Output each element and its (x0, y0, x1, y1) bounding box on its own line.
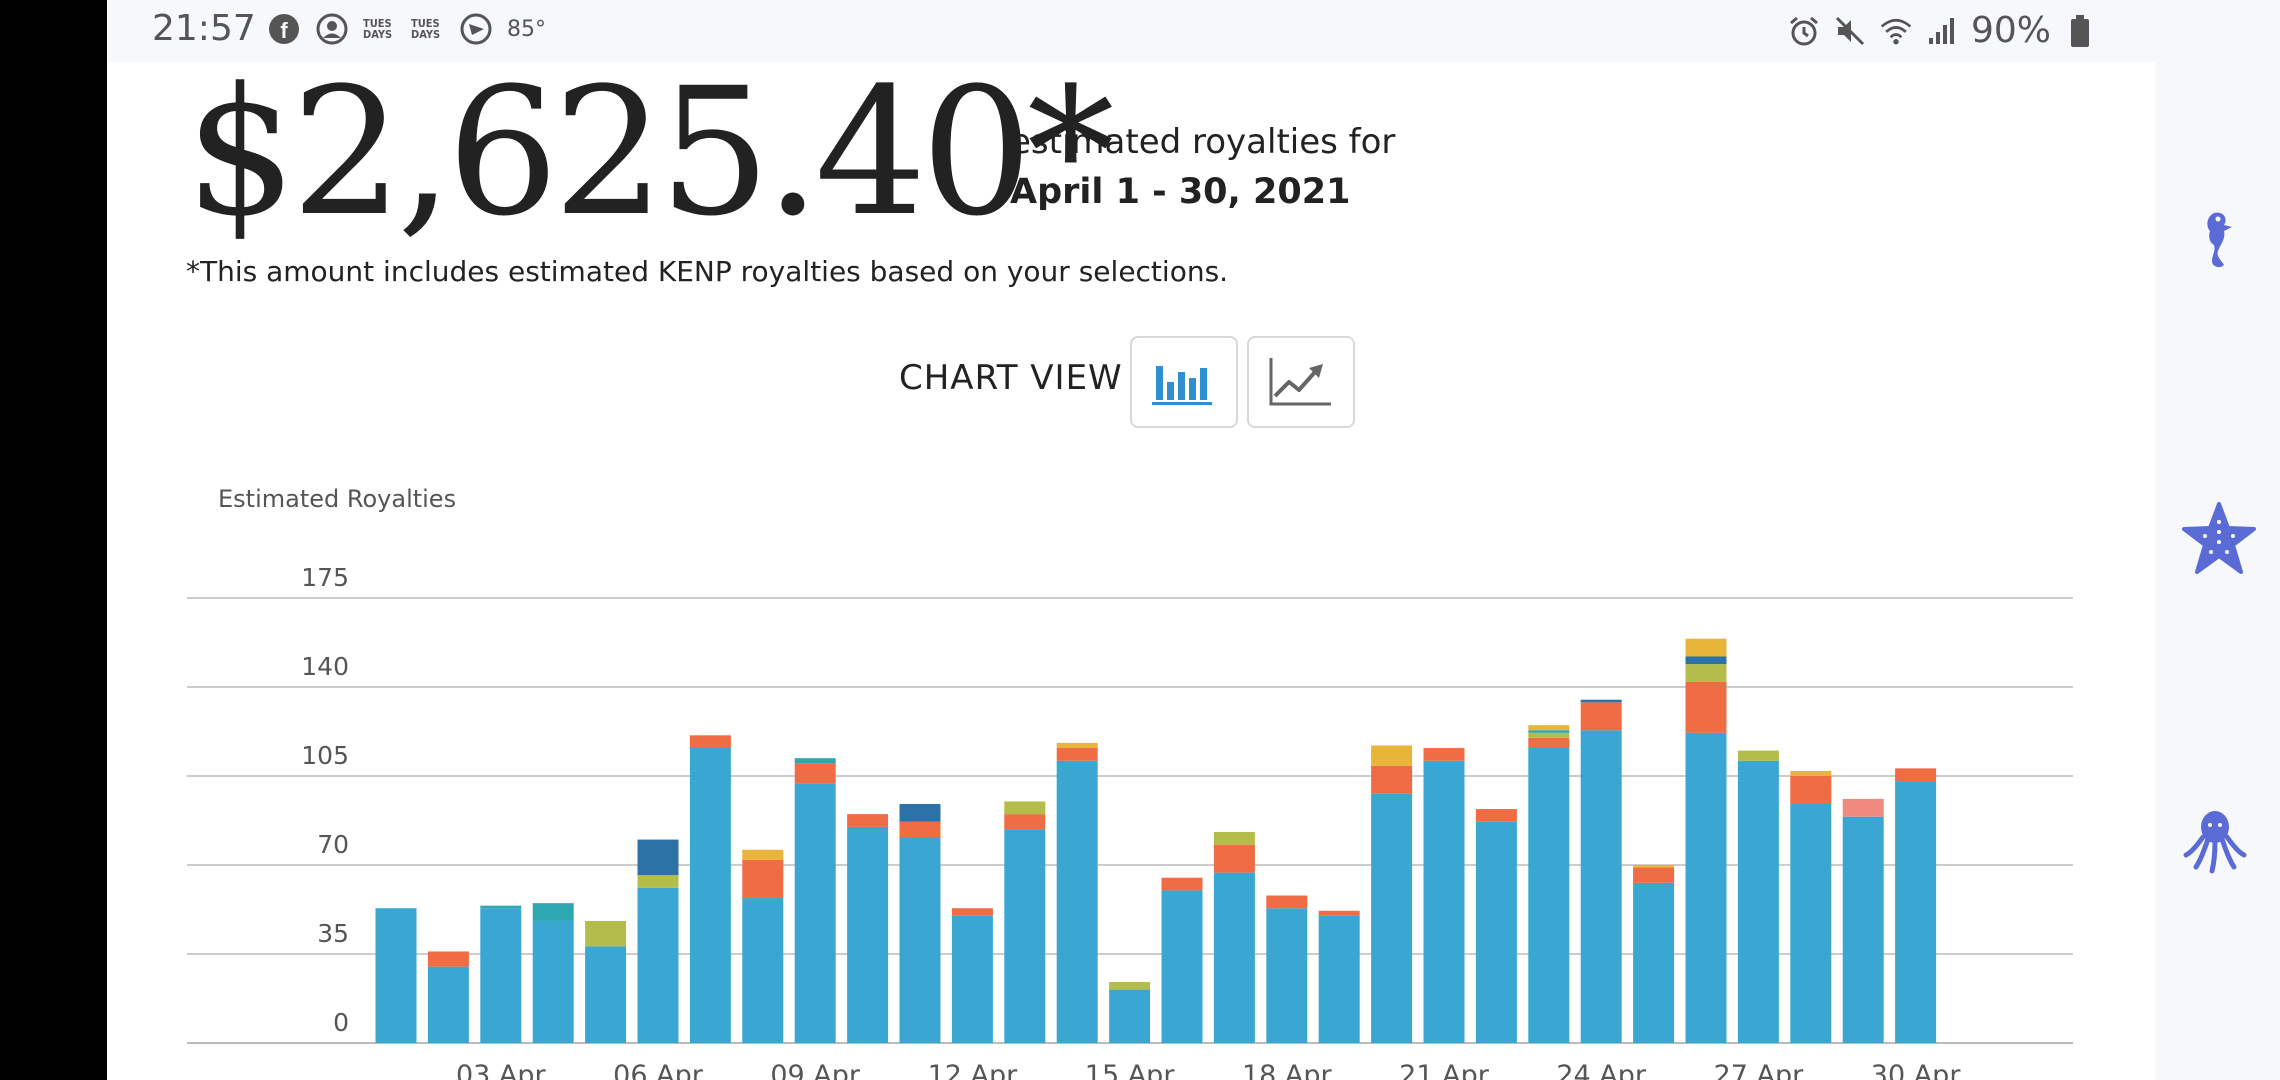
bar-segment[interactable] (1371, 765, 1413, 794)
bar-segment[interactable] (794, 758, 836, 764)
bar-segment[interactable] (1633, 882, 1675, 1043)
bar-segment[interactable] (1213, 872, 1255, 1043)
bar-segment[interactable] (951, 908, 993, 916)
bar-segment[interactable] (1842, 798, 1884, 817)
bar-segment[interactable] (637, 875, 679, 888)
bar-segment[interactable] (1423, 748, 1465, 761)
y-tick-label: 0 (333, 1008, 349, 1037)
bar-segment[interactable] (585, 920, 627, 947)
x-tick-label: 06 Apr (613, 1060, 704, 1080)
x-tick-label: 12 Apr (928, 1060, 1019, 1080)
bar-segment[interactable] (689, 735, 731, 749)
x-tick-label: 18 Apr (1242, 1060, 1333, 1080)
bar-segment[interactable] (1790, 803, 1832, 1043)
bar-segment[interactable] (1685, 638, 1727, 657)
bar-segment[interactable] (1161, 877, 1203, 891)
bar-segment[interactable] (585, 946, 627, 1043)
bar-segment[interactable] (1371, 793, 1413, 1043)
x-tick-label: 15 Apr (1085, 1060, 1176, 1080)
bar-segment[interactable] (1580, 702, 1622, 731)
bar-segment[interactable] (1580, 699, 1622, 703)
bar-segment[interactable] (1842, 816, 1884, 1043)
bar-segment[interactable] (1895, 781, 1937, 1043)
bar-segment[interactable] (532, 903, 574, 921)
x-tick-label: 27 Apr (1714, 1060, 1805, 1080)
bar-segment[interactable] (637, 887, 679, 1043)
bar-segment[interactable] (1528, 737, 1570, 749)
bar-segment[interactable] (1895, 768, 1937, 782)
bar-segment[interactable] (1318, 910, 1360, 916)
bar-segment[interactable] (847, 826, 889, 1043)
bar-segment[interactable] (1318, 915, 1360, 1043)
y-tick-label: 35 (317, 919, 349, 948)
bar-segment[interactable] (1790, 770, 1832, 776)
bar-segment[interactable] (794, 783, 836, 1043)
x-tick-label: 30 Apr (1871, 1060, 1962, 1080)
bar-segment[interactable] (794, 763, 836, 784)
bar-segment[interactable] (1685, 732, 1727, 1043)
royalties-bar-chart: 0 35 70 105 140 175 03 Apr 06 Apr 09 Apr 12 Apr 15… (187, 563, 2073, 1080)
bar-segment[interactable] (427, 951, 469, 967)
bar-segment[interactable] (1213, 831, 1255, 845)
bar-segment[interactable] (1004, 829, 1046, 1043)
bar-segment[interactable] (1685, 656, 1727, 665)
x-tick-label: 24 Apr (1556, 1060, 1647, 1080)
bar-segment[interactable] (1371, 745, 1413, 766)
bar-segment[interactable] (689, 748, 731, 1043)
bar-segment[interactable] (1528, 730, 1570, 733)
bar-segment[interactable] (1737, 750, 1779, 761)
bar-segment[interactable] (1004, 814, 1046, 830)
bar-segment[interactable] (480, 908, 522, 1043)
bar-segment[interactable] (1161, 890, 1203, 1043)
bar-segment[interactable] (1528, 748, 1570, 1043)
bar-segment[interactable] (899, 837, 941, 1043)
bar-segment[interactable] (1528, 725, 1570, 731)
bar-segment[interactable] (1475, 821, 1517, 1043)
x-tick-label: 21 Apr (1399, 1060, 1490, 1080)
y-tick-label: 105 (301, 741, 349, 770)
bar-segment[interactable] (899, 821, 941, 838)
y-tick-label: 140 (301, 652, 349, 681)
x-tick-label: 03 Apr (456, 1060, 547, 1080)
bar-segment[interactable] (1475, 809, 1517, 822)
bar-segment[interactable] (1580, 730, 1622, 1043)
bar-segment[interactable] (1109, 981, 1151, 990)
bar-segment[interactable] (742, 849, 784, 860)
bar-segment[interactable] (1004, 801, 1046, 815)
bar-segment[interactable] (1633, 865, 1675, 868)
bar-segment[interactable] (742, 898, 784, 1043)
starfish-icon[interactable] (2180, 500, 2258, 582)
bar-segment[interactable] (1790, 776, 1832, 804)
bar-segment[interactable] (1737, 760, 1779, 1043)
bar-segment[interactable] (1685, 681, 1727, 733)
seahorse-icon[interactable] (2180, 205, 2250, 279)
bar-segment[interactable] (637, 839, 679, 876)
y-tick-label: 70 (317, 830, 349, 859)
bar-segment[interactable] (899, 803, 941, 822)
bar-segment[interactable] (1213, 844, 1255, 873)
bar-segment[interactable] (1266, 908, 1308, 1043)
bar-segment[interactable] (1685, 664, 1727, 682)
bar-segment[interactable] (375, 908, 417, 1043)
bar-segment[interactable] (427, 966, 469, 1043)
bar-segment[interactable] (1528, 732, 1570, 738)
bar-segment[interactable] (1266, 895, 1308, 909)
octopus-icon[interactable] (2180, 805, 2250, 879)
bar-segment[interactable] (1633, 867, 1675, 883)
bar-segment[interactable] (1056, 760, 1098, 1043)
bar-segment[interactable] (1109, 989, 1151, 1043)
bar-segment[interactable] (480, 905, 522, 909)
bar-segment[interactable] (1423, 760, 1465, 1043)
bar-segment[interactable] (532, 920, 574, 1043)
bar-segment[interactable] (951, 915, 993, 1043)
bar-segment[interactable] (742, 859, 784, 899)
x-tick-label: 09 Apr (770, 1060, 861, 1080)
y-tick-label: 175 (301, 563, 349, 592)
bar-segment[interactable] (1056, 748, 1098, 761)
bar-segment[interactable] (1056, 742, 1098, 749)
bar-segment[interactable] (847, 814, 889, 827)
